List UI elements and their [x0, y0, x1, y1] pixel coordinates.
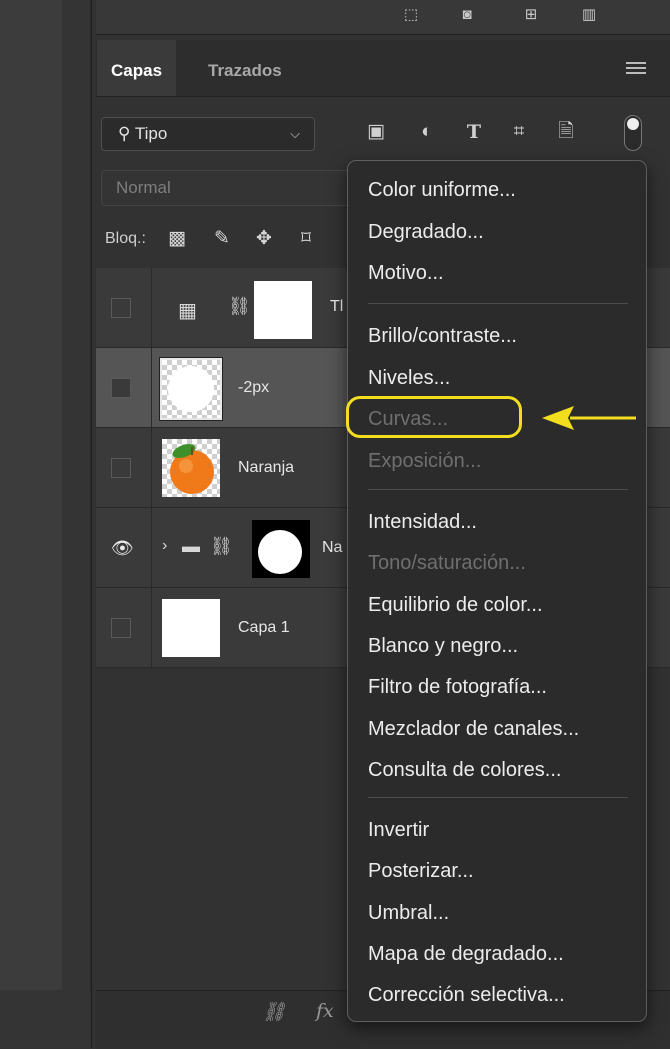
menu-item-posterizar[interactable]: Posterizar... — [368, 860, 474, 883]
filter-kind-label: Tipo — [134, 124, 168, 143]
lock-transparent-icon[interactable]: ▩ — [165, 227, 189, 251]
lock-move-icon[interactable]: ✥ — [252, 227, 276, 251]
menu-separator — [368, 797, 628, 798]
layer-name[interactable]: Na — [322, 539, 342, 557]
visibility-checkbox[interactable] — [111, 458, 131, 478]
curves-adjustment-icon: ▦ — [178, 300, 197, 322]
lock-label: Bloq.: — [105, 230, 146, 247]
adjustment-layer-menu: Color uniforme... Degradado... Motivo...… — [347, 160, 647, 1022]
layer-name[interactable]: Capa 1 — [238, 619, 290, 637]
left-panel-column — [62, 0, 91, 990]
visibility-checkbox[interactable] — [111, 618, 131, 638]
menu-item-mezclador-canales[interactable]: Mezclador de canales... — [368, 718, 579, 741]
menu-item-degradado[interactable]: Degradado... — [368, 221, 484, 244]
menu-item-exposicion: Exposición... — [368, 450, 482, 472]
menu-item-tono-saturacion: Tono/saturación... — [368, 552, 526, 574]
lock-brush-icon[interactable]: ✎ — [210, 227, 234, 251]
menu-item-filtro-fotografia[interactable]: Filtro de fotografía... — [368, 676, 547, 699]
mask-icon[interactable]: ◙ — [458, 6, 476, 24]
selection-icon[interactable]: ⬚ — [402, 6, 420, 24]
layer-thumbnail[interactable] — [159, 357, 223, 421]
link-layers-icon[interactable]: ⛓ — [262, 1000, 286, 1024]
menu-item-umbral[interactable]: Umbral... — [368, 902, 449, 925]
lock-artboard-icon[interactable]: ⌑ — [294, 227, 318, 251]
layer-filter-select[interactable]: ⚲ Tipo ⌵ — [101, 117, 315, 151]
circle-shape — [168, 366, 214, 412]
layer-thumbnail[interactable] — [162, 439, 220, 497]
menu-item-brillo-contraste[interactable]: Brillo/contraste... — [368, 325, 517, 348]
highlight-ring — [346, 396, 522, 438]
menu-separator — [368, 303, 628, 304]
menu-item-color-uniforme[interactable]: Color uniforme... — [368, 179, 516, 202]
fx-icon[interactable]: fx — [316, 1000, 334, 1022]
new-item-icon[interactable]: ⊞ — [522, 6, 540, 24]
menu-item-mapa-degradado[interactable]: Mapa de degradado... — [368, 943, 564, 966]
layer-thumbnail[interactable] — [162, 599, 220, 657]
layer-name[interactable]: Tl — [330, 298, 343, 316]
blend-mode-select[interactable]: Normal — [101, 170, 361, 206]
layer-mask-thumbnail[interactable] — [254, 281, 312, 339]
filter-toggle[interactable] — [624, 115, 642, 151]
menu-item-motivo[interactable]: Motivo... — [368, 262, 444, 285]
trash-icon[interactable]: ▥ — [580, 6, 598, 24]
type-filter-icon[interactable]: T — [460, 118, 488, 146]
link-icon[interactable]: ⛓ — [228, 296, 251, 317]
menu-item-intensidad[interactable]: Intensidad... — [368, 511, 477, 534]
smart-object-filter-icon[interactable]: 🗎 — [552, 118, 580, 146]
menu-item-invertir[interactable]: Invertir — [368, 819, 429, 842]
group-mask-thumbnail[interactable] — [252, 520, 310, 578]
tab-layers[interactable]: Capas — [97, 40, 177, 96]
visibility-cell[interactable] — [96, 588, 152, 668]
folder-icon: ▬ — [182, 536, 200, 556]
menu-item-niveles[interactable]: Niveles... — [368, 367, 450, 390]
link-icon[interactable]: ⛓ — [210, 536, 233, 557]
layer-name[interactable]: -2px — [238, 379, 269, 397]
image-filter-icon[interactable]: ▣ — [362, 118, 390, 146]
visibility-cell[interactable] — [96, 428, 152, 508]
visibility-checkbox[interactable] — [111, 298, 131, 318]
eye-icon[interactable]: 👁 — [111, 538, 134, 558]
panel-tab-bar — [96, 40, 670, 97]
tab-paths[interactable]: Trazados — [194, 40, 296, 96]
visibility-checkbox[interactable] — [111, 378, 131, 398]
left-panel-footer — [0, 990, 90, 1048]
annotation-arrow-icon — [542, 406, 636, 430]
menu-separator — [368, 489, 628, 490]
visibility-cell[interactable] — [96, 268, 152, 348]
menu-item-blanco-negro[interactable]: Blanco y negro... — [368, 635, 518, 658]
visibility-cell[interactable]: 👁 — [96, 508, 152, 588]
menu-icon[interactable] — [626, 62, 646, 76]
menu-item-equilibrio-color[interactable]: Equilibrio de color... — [368, 594, 543, 617]
mask-shape — [258, 530, 302, 574]
layer-name[interactable]: Naranja — [238, 459, 294, 477]
toggle-knob — [627, 118, 639, 130]
orange-image — [170, 444, 214, 494]
adjustment-filter-icon[interactable]: ◐ — [413, 118, 441, 146]
shape-filter-icon[interactable]: ⌗ — [505, 118, 533, 146]
chevron-right-icon[interactable]: › — [162, 537, 167, 555]
menu-item-consulta-colores[interactable]: Consulta de colores... — [368, 759, 561, 782]
left-panel-strip — [0, 0, 62, 1048]
menu-item-correccion-selectiva[interactable]: Corrección selectiva... — [368, 984, 565, 1007]
chevron-down-icon: ⌵ — [290, 126, 300, 141]
search-icon: ⚲ — [118, 124, 131, 143]
visibility-cell[interactable] — [96, 348, 152, 428]
